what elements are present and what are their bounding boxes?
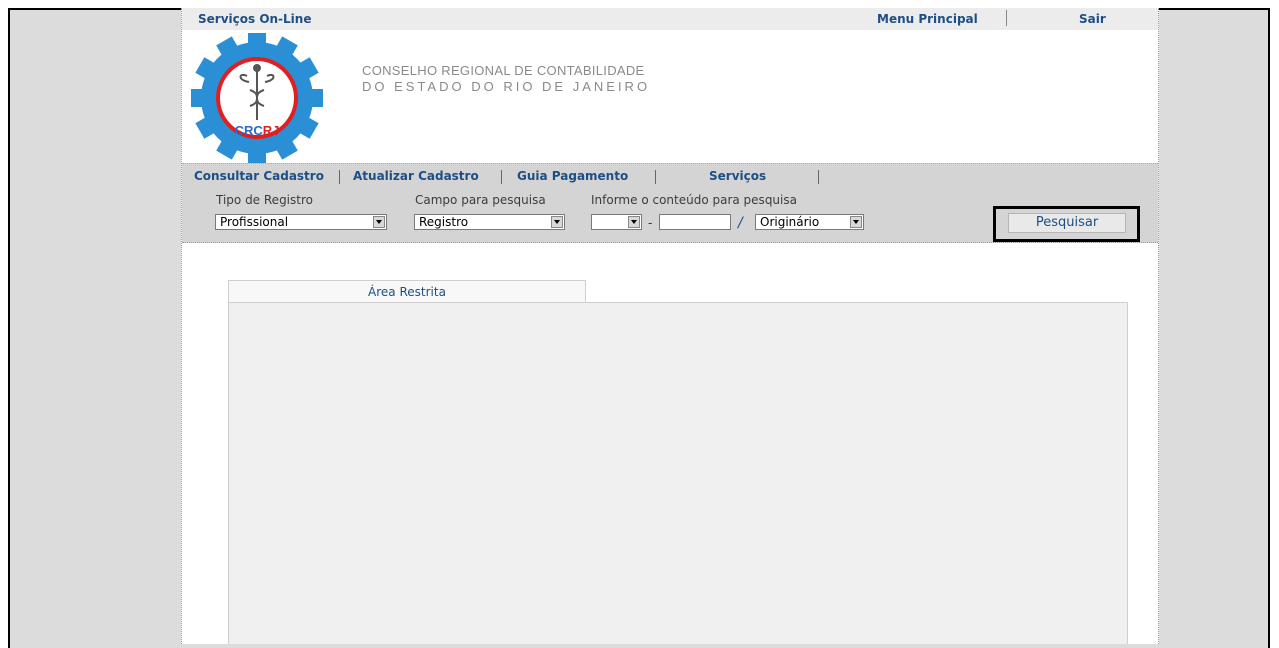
uf-select[interactable] — [591, 214, 642, 230]
org-line-1: CONSELHO REGIONAL DE CONTABILIDADE — [362, 63, 645, 78]
registry-number-input[interactable] — [659, 214, 731, 230]
registry-type-select[interactable]: Profissional — [215, 214, 387, 230]
nav-guia-pagamento[interactable]: Guia Pagamento — [517, 169, 628, 183]
chevron-down-icon[interactable] — [628, 216, 640, 228]
dash-separator: - — [648, 216, 653, 230]
origin-value: Originário — [760, 215, 820, 229]
nav-servicos[interactable]: Serviços — [709, 169, 766, 183]
search-button-highlight: Pesquisar — [993, 206, 1140, 242]
topbar-divider — [1006, 10, 1007, 26]
origin-select[interactable]: Originário — [755, 214, 864, 230]
chevron-down-icon[interactable] — [850, 216, 862, 228]
main-menu-link[interactable]: Menu Principal — [877, 12, 978, 26]
nav-divider — [501, 170, 502, 184]
main-nav: Consultar Cadastro Atualizar Cadastro Gu… — [182, 163, 1158, 188]
nav-divider — [655, 170, 656, 184]
search-content-label: Informe o conteúdo para pesquisa — [591, 193, 797, 207]
chevron-down-icon[interactable] — [373, 216, 385, 228]
registry-type-label: Tipo de Registro — [216, 193, 313, 207]
top-bar: Serviços On-Line Menu Principal Sair — [182, 8, 1158, 30]
organization-name: CONSELHO REGIONAL DE CONTABILIDADE DO ES… — [362, 63, 650, 95]
page-container: Serviços On-Line Menu Principal Sair CRC… — [181, 8, 1159, 644]
restricted-area-panel — [228, 302, 1128, 644]
restricted-area-tab[interactable]: Área Restrita — [228, 280, 586, 302]
slash-separator: / — [738, 215, 743, 231]
svg-text:CRCRJ: CRCRJ — [235, 123, 280, 138]
search-filters: Tipo de Registro Campo para pesquisa Inf… — [182, 188, 1158, 243]
search-field-select[interactable]: Registro — [414, 214, 565, 230]
nav-divider — [339, 170, 340, 184]
search-field-value: Registro — [419, 215, 469, 229]
search-field-label: Campo para pesquisa — [415, 193, 546, 207]
chevron-down-icon[interactable] — [551, 216, 563, 228]
registry-type-value: Profissional — [220, 215, 289, 229]
logout-link[interactable]: Sair — [1079, 12, 1106, 26]
services-online-link[interactable]: Serviços On-Line — [198, 12, 311, 26]
search-button[interactable]: Pesquisar — [1008, 213, 1126, 233]
crcrj-logo: CRCRJ — [182, 32, 332, 164]
nav-divider — [818, 170, 819, 184]
org-line-2: DO ESTADO DO RIO DE JANEIRO — [362, 79, 651, 94]
nav-atualizar-cadastro[interactable]: Atualizar Cadastro — [353, 169, 479, 183]
nav-consultar-cadastro[interactable]: Consultar Cadastro — [194, 169, 324, 183]
